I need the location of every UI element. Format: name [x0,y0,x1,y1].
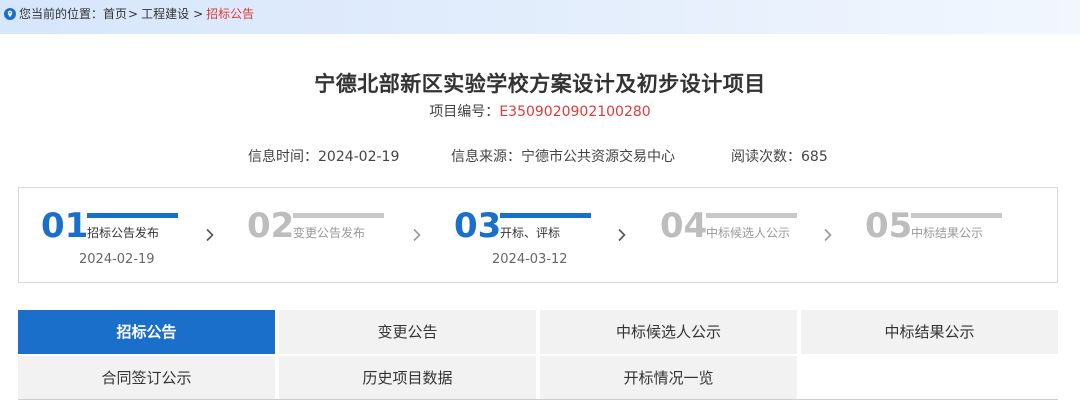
location-pin-icon [4,7,16,20]
step-date: 2024-02-19 [79,252,155,267]
breadcrumb-category-link[interactable]: 工程建设 [141,5,189,22]
step-number: 01 [41,206,89,246]
step-number: 04 [660,206,708,246]
tab-history-data[interactable]: 历史项目数据 [279,356,536,400]
step-bar [911,213,1002,218]
breadcrumb-separator: > [193,6,204,21]
breadcrumb: 您当前的位置： 首页 > 工程建设 > 招标公告 [4,5,254,22]
breadcrumb-prefix: 您当前的位置： [19,7,104,21]
tab-contract-publicity[interactable]: 合同签订公示 [18,356,275,400]
tab-result-publicity[interactable]: 中标结果公示 [801,310,1058,354]
step-label: 开标、评标 [500,226,561,240]
step-bar [706,213,797,218]
project-number: 项目编号：E3509020902100280 [0,101,1080,121]
progress-steps: 01 招标公告发布 2024-02-19 02 变更公告发布 03 开标、评标 … [18,187,1058,283]
step-bar [293,213,384,218]
project-number-value: E3509020902100280 [499,104,651,120]
page-title: 宁德北部新区实验学校方案设计及初步设计项目 [314,72,766,96]
chevron-right-icon [206,228,214,242]
info-time: 信息时间：2024-02-19 [248,149,400,165]
chevron-right-icon [618,228,626,242]
step-number: 03 [454,206,502,246]
step-number: 02 [247,206,295,246]
chevron-right-icon [824,228,832,242]
breadcrumb-separator: > [128,6,139,21]
step-label: 中标结果公示 [911,226,984,240]
chevron-right-icon [413,228,421,242]
tab-candidate-publicity[interactable]: 中标候选人公示 [540,310,797,354]
tab-change-notice[interactable]: 变更公告 [279,310,536,354]
read-count: 阅读次数：685 [731,149,828,165]
project-number-label: 项目编号： [429,104,500,120]
breadcrumb-home-link[interactable]: 首页 [103,5,127,22]
tab-bid-opening-overview[interactable]: 开标情况一览 [540,356,797,400]
step-number: 05 [865,206,913,246]
step-label: 变更公告发布 [293,226,366,240]
breadcrumb-current: 招标公告 [206,7,255,21]
step-label: 中标候选人公示 [706,226,791,240]
breadcrumb-bar: 您当前的位置： 首页 > 工程建设 > 招标公告 [0,0,1080,34]
step-label: 招标公告发布 [87,226,160,240]
tab-tender-notice[interactable]: 招标公告 [18,310,275,354]
step-bar [87,213,178,218]
step-date: 2024-03-12 [492,252,568,267]
info-source: 信息来源：宁德市公共资源交易中心 [451,149,675,165]
step-bar [500,213,591,218]
tabs-divider [18,399,1058,400]
